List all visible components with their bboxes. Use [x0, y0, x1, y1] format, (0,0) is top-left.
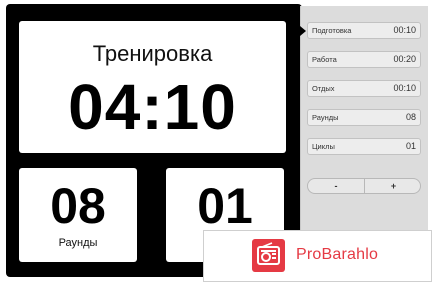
workout-title: Тренировка — [92, 41, 213, 66]
setting-work-value: 00:20 — [393, 54, 416, 64]
main-timer-card: Тренировка 04:10 — [19, 21, 286, 153]
setting-rest[interactable]: Отдых 00:10 — [307, 80, 421, 97]
setting-cycles-value: 01 — [405, 141, 416, 151]
setting-cycles[interactable]: Циклы 01 — [307, 138, 421, 155]
setting-rounds-label: Раунды — [312, 113, 339, 122]
setting-cycles-label: Циклы — [312, 142, 335, 151]
setting-prep-label: Подготовка — [312, 26, 352, 35]
setting-prep-value: 00:10 — [393, 25, 416, 35]
value-stepper: - + — [307, 178, 421, 194]
cycles-value: 01 — [197, 178, 253, 234]
setting-rounds-value: 08 — [405, 112, 416, 122]
rounds-value: 08 — [50, 178, 106, 234]
setting-rest-label: Отдых — [312, 84, 335, 93]
selected-setting-pointer-icon — [300, 26, 306, 36]
setting-work-label: Работа — [312, 55, 337, 64]
setting-rest-value: 00:10 — [393, 83, 416, 93]
setting-rounds[interactable]: Раунды 08 — [307, 109, 421, 126]
timer-display: 04:10 — [68, 71, 237, 143]
rounds-label: Раунды — [58, 237, 98, 249]
increment-button[interactable]: + — [365, 179, 420, 193]
rounds-card: 08 Раунды — [19, 168, 137, 262]
watermark-banner: ProBarahlo — [203, 230, 432, 282]
setting-prep[interactable]: Подготовка 00:10 — [307, 22, 421, 39]
setting-work[interactable]: Работа 00:20 — [307, 51, 421, 68]
watermark-text: ProBarahlo — [296, 246, 379, 263]
radio-logo-icon — [252, 239, 285, 272]
decrement-button[interactable]: - — [308, 179, 365, 193]
